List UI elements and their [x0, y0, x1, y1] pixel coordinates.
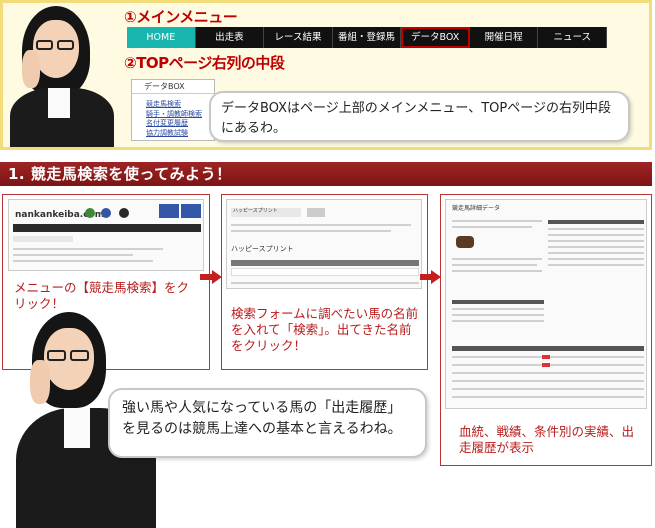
- nav-databox[interactable]: データBOX: [401, 27, 470, 48]
- guide-woman-illustration: [6, 6, 118, 147]
- databox-item-jockey-search[interactable]: 騎手・調教師検索: [132, 110, 214, 120]
- databox-title: データBOX: [132, 80, 214, 94]
- step-1-screenshot: nankankeiba.com: [8, 199, 204, 271]
- horse-detail-title: 競走馬詳細データ: [452, 205, 501, 212]
- databox-item-rename-history[interactable]: 名付変更履歴: [132, 119, 214, 129]
- main-menu-bar: HOME 出走表 レース結果 番組・登録馬 データBOX 開催日程 ニュース: [127, 27, 608, 48]
- nav-race-results[interactable]: レース結果: [264, 27, 333, 48]
- step-1-caption: メニューの【競走馬検索】をクリック！: [14, 280, 190, 311]
- nav-entries[interactable]: 出走表: [196, 27, 265, 48]
- databox-item-trial[interactable]: 協力調教試験: [132, 129, 214, 139]
- nav-schedule[interactable]: 開催日程: [470, 27, 539, 48]
- label-main-menu: ①メインメニュー: [124, 8, 238, 26]
- step-3-screenshot: 競走馬詳細データ: [445, 199, 647, 409]
- nav-program[interactable]: 番組・登録馬: [333, 27, 402, 48]
- databox-widget: データBOX 競走馬検索 騎手・調教師検索 名付変更履歴 協力調教試験: [131, 79, 215, 141]
- nav-news[interactable]: ニュース: [538, 27, 608, 48]
- step-2-caption: 検索フォームに調べたい馬の名前を入れて「検索」。出てきた名前をクリック！: [231, 306, 419, 353]
- section-title: 1. 競走馬検索を使ってみよう！: [0, 162, 652, 186]
- step-2-screenshot: ハッピースプリント ハッピースプリント: [226, 199, 422, 289]
- step-3-caption: 血統、戦績、条件別の実績、出走履歴が表示: [459, 424, 635, 455]
- databox-item-horse-search[interactable]: 競走馬検索: [132, 100, 214, 110]
- bottom-speech-bubble: 強い馬や人気になっている馬の「出走履歴」を見るのは競馬上達への基本と言えるわね。: [108, 388, 427, 458]
- horse-icon: [456, 236, 474, 248]
- search-name-input: ハッピースプリント: [233, 208, 278, 214]
- guide-speech-bubble: データBOXはページ上部のメインメニュー、TOPページの右列中段にあるわ。: [209, 91, 630, 142]
- label-top-page: ②TOPページ右列の中段: [124, 54, 285, 72]
- nav-home[interactable]: HOME: [127, 27, 196, 48]
- search-result-title[interactable]: ハッピースプリント: [231, 244, 294, 254]
